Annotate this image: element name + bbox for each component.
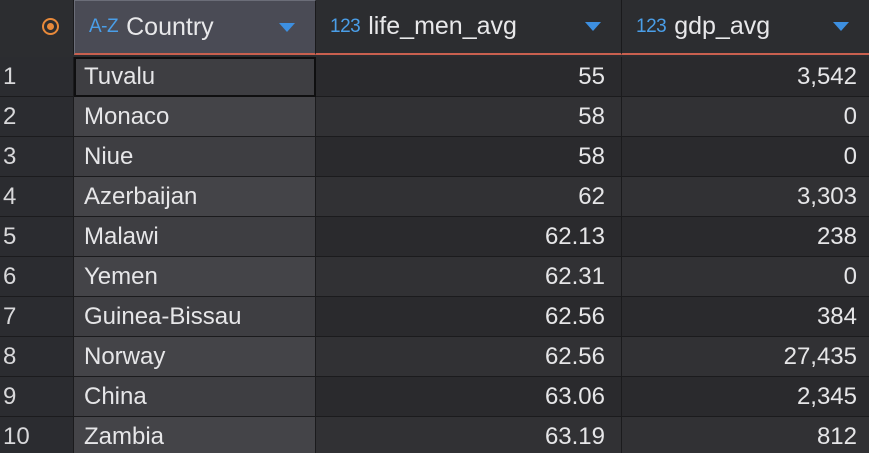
radio-target-icon[interactable] xyxy=(42,18,59,35)
life-men-avg-cell[interactable]: 55 xyxy=(316,57,622,97)
row-number[interactable]: 10 xyxy=(0,417,74,453)
life-men-avg-cell[interactable]: 62 xyxy=(316,177,622,217)
gdp-avg-cell[interactable]: 384 xyxy=(622,297,869,337)
life-men-avg-cell[interactable]: 62.56 xyxy=(316,337,622,377)
table-row[interactable]: 4 Azerbaijan 62 3,303 xyxy=(0,177,869,217)
country-cell[interactable]: Tuvalu xyxy=(74,57,316,97)
results-grid: A-Z Country 123 life_men_avg 123 gdp_avg… xyxy=(0,0,869,453)
row-number[interactable]: 2 xyxy=(0,97,74,137)
country-cell[interactable]: Monaco xyxy=(74,97,316,137)
column-header-life-men-avg[interactable]: 123 life_men_avg xyxy=(316,0,622,55)
column-title: Country xyxy=(126,12,214,41)
life-men-avg-cell[interactable]: 62.13 xyxy=(316,217,622,257)
sort-dropdown-icon[interactable] xyxy=(585,22,601,31)
grid-header: A-Z Country 123 life_men_avg 123 gdp_avg xyxy=(0,0,869,57)
sort-dropdown-icon[interactable] xyxy=(279,22,295,32)
row-number[interactable]: 6 xyxy=(0,257,74,297)
life-men-avg-cell[interactable]: 58 xyxy=(316,97,622,137)
column-header-country[interactable]: A-Z Country xyxy=(74,0,316,55)
life-men-avg-cell[interactable]: 63.19 xyxy=(316,417,622,453)
row-number[interactable]: 7 xyxy=(0,297,74,337)
table-row[interactable]: 5 Malawi 62.13 238 xyxy=(0,217,869,257)
table-row[interactable]: 10 Zambia 63.19 812 xyxy=(0,417,869,453)
table-row[interactable]: 8 Norway 62.56 27,435 xyxy=(0,337,869,377)
gdp-avg-cell[interactable]: 27,435 xyxy=(622,337,869,377)
gdp-avg-cell[interactable]: 0 xyxy=(622,257,869,297)
life-men-avg-cell[interactable]: 63.06 xyxy=(316,377,622,417)
life-men-avg-cell[interactable]: 58 xyxy=(316,137,622,177)
table-row[interactable]: 2 Monaco 58 0 xyxy=(0,97,869,137)
column-title: gdp_avg xyxy=(674,12,771,40)
row-number[interactable]: 9 xyxy=(0,377,74,417)
country-cell[interactable]: Guinea-Bissau xyxy=(74,297,316,337)
country-cell[interactable]: Azerbaijan xyxy=(74,177,316,217)
table-row[interactable]: 9 China 63.06 2,345 xyxy=(0,377,869,417)
gdp-avg-cell[interactable]: 2,345 xyxy=(622,377,869,417)
row-number[interactable]: 3 xyxy=(0,137,74,177)
row-number[interactable]: 5 xyxy=(0,217,74,257)
country-cell[interactable]: China xyxy=(74,377,316,417)
select-all-corner[interactable] xyxy=(0,0,74,55)
gdp-avg-cell[interactable]: 3,303 xyxy=(622,177,869,217)
country-cell[interactable]: Yemen xyxy=(74,257,316,297)
gdp-avg-cell[interactable]: 0 xyxy=(622,137,869,177)
country-cell[interactable]: Niue xyxy=(74,137,316,177)
row-number[interactable]: 4 xyxy=(0,177,74,217)
numeric-type-icon: 123 xyxy=(330,15,361,37)
gdp-avg-cell[interactable]: 238 xyxy=(622,217,869,257)
country-cell[interactable]: Norway xyxy=(74,337,316,377)
numeric-type-icon: 123 xyxy=(636,15,667,37)
sort-dropdown-icon[interactable] xyxy=(833,22,849,31)
text-type-icon: A-Z xyxy=(89,16,119,37)
gdp-avg-cell[interactable]: 3,542 xyxy=(622,57,869,97)
table-row[interactable]: 6 Yemen 62.31 0 xyxy=(0,257,869,297)
country-cell[interactable]: Zambia xyxy=(74,417,316,453)
gdp-avg-cell[interactable]: 812 xyxy=(622,417,869,453)
column-header-gdp-avg[interactable]: 123 gdp_avg xyxy=(622,0,869,55)
column-title: life_men_avg xyxy=(368,12,517,40)
country-cell[interactable]: Malawi xyxy=(74,217,316,257)
life-men-avg-cell[interactable]: 62.56 xyxy=(316,297,622,337)
table-row[interactable]: 7 Guinea-Bissau 62.56 384 xyxy=(0,297,869,337)
row-number[interactable]: 8 xyxy=(0,337,74,377)
row-number[interactable]: 1 xyxy=(0,57,74,97)
table-row[interactable]: 3 Niue 58 0 xyxy=(0,137,869,177)
life-men-avg-cell[interactable]: 62.31 xyxy=(316,257,622,297)
gdp-avg-cell[interactable]: 0 xyxy=(622,97,869,137)
table-row[interactable]: 1 Tuvalu 55 3,542 xyxy=(0,57,869,97)
